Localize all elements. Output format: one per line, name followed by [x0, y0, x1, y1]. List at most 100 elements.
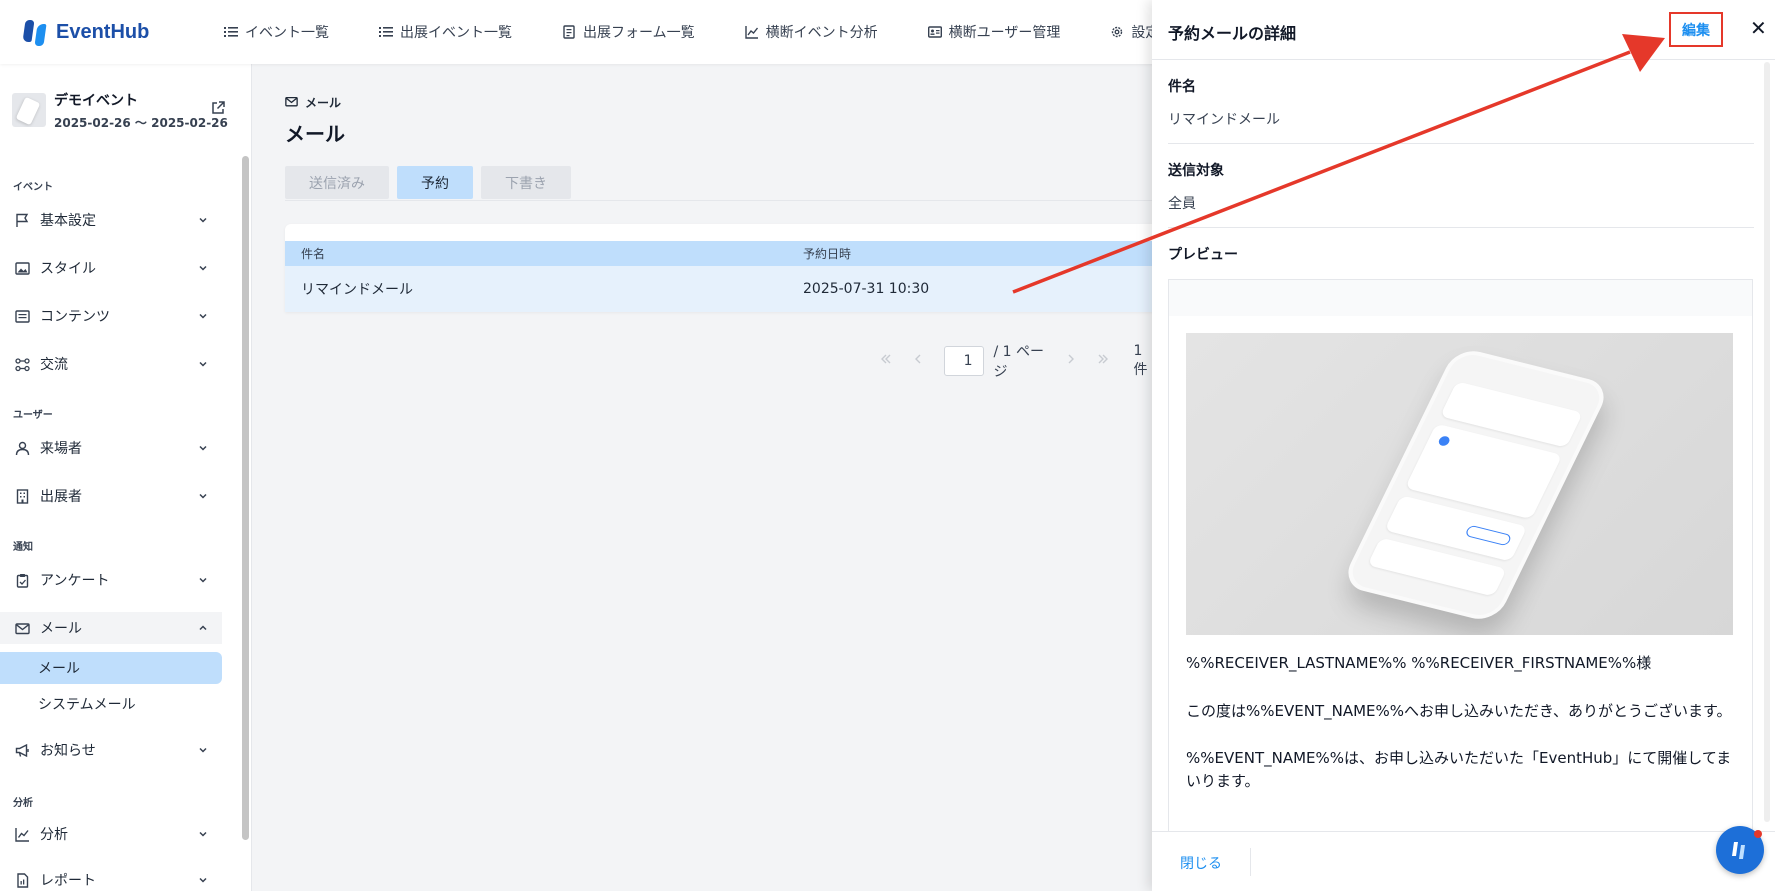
chart-icon [744, 25, 759, 39]
document-list-icon [14, 308, 30, 324]
section-label-notify: 通知 [13, 542, 33, 553]
cell-subject: リマインドメール [301, 282, 413, 298]
smartphone-image [1340, 346, 1612, 624]
next-page-icon[interactable] [1065, 353, 1077, 369]
preview-greeting: %%RECEIVER_LASTNAME%% %%RECEIVER_FIRSTNA… [1186, 654, 1652, 672]
close-icon[interactable]: ✕ [1750, 16, 1767, 40]
sidebar-item-basic-settings[interactable]: 基本設定 [14, 204, 222, 236]
sidebar-item-contents[interactable]: コンテンツ [14, 300, 222, 332]
chart-icon [14, 826, 30, 842]
sidebar-item-exchange[interactable]: 交流 [14, 348, 222, 380]
tab-scheduled[interactable]: 予約 [397, 166, 473, 199]
chat-support-button[interactable] [1716, 826, 1764, 874]
sidebar-subitem-mail[interactable]: メール [0, 652, 222, 684]
table-row[interactable]: リマインドメール 2025-07-31 10:30 [285, 266, 1185, 312]
list-icon [379, 25, 393, 39]
target-label: 送信対象 [1168, 163, 1224, 179]
current-event-card[interactable]: デモイベント 2025-02-26 〜 2025-02-26 [12, 90, 242, 130]
last-page-icon[interactable] [1097, 353, 1109, 369]
nav-cross-user-management[interactable]: 横断ユーザー管理 [927, 22, 1061, 42]
sidebar-item-exhibitors[interactable]: 出展者 [14, 480, 222, 512]
nav-label: 出展フォーム一覧 [583, 25, 695, 41]
id-card-icon [927, 25, 942, 39]
event-thumbnail [12, 93, 46, 127]
external-link-icon[interactable] [210, 100, 226, 120]
section-label-analysis: 分析 [13, 798, 33, 809]
gear-icon [1110, 25, 1124, 39]
event-date: 2025-02-26 〜 2025-02-26 [54, 115, 228, 130]
edit-button[interactable]: 編集 [1669, 12, 1723, 47]
sidebar-item-label: スタイル [40, 261, 96, 277]
tab-divider [285, 200, 1185, 201]
breadcrumb: メール [285, 94, 341, 111]
first-page-icon[interactable] [880, 353, 892, 369]
sidebar-item-visitors[interactable]: 来場者 [14, 432, 222, 464]
sidebar-scrollbar[interactable] [242, 156, 249, 840]
nav-exhibit-form-list[interactable]: 出展フォーム一覧 [562, 22, 695, 42]
sidebar-item-mail[interactable]: メール [0, 612, 222, 644]
sidebar-subitem-system-mail[interactable]: システムメール [0, 688, 222, 720]
sidebar-item-survey[interactable]: アンケート [14, 564, 222, 596]
envelope-icon [285, 95, 298, 111]
nav-label: 横断イベント分析 [765, 25, 878, 41]
column-header-subject[interactable]: 件名 [285, 245, 803, 262]
field-divider [1168, 227, 1754, 228]
chevron-down-icon [198, 573, 208, 589]
notification-badge [1754, 830, 1762, 838]
flag-icon [14, 212, 30, 228]
chevron-down-icon [198, 441, 208, 457]
sidebar: デモイベント 2025-02-26 〜 2025-02-26 イベント 基本設定… [0, 64, 252, 891]
drawer-scrollbar[interactable] [1764, 62, 1770, 822]
sidebar-item-label: アンケート [40, 573, 110, 589]
footer-divider [1250, 848, 1251, 876]
mail-tabs: 送信済み 予約 下書き [285, 166, 579, 199]
cell-datetime: 2025-07-31 10:30 [803, 281, 930, 297]
chevron-down-icon [198, 873, 208, 889]
nav-label: 横断ユーザー管理 [948, 25, 1061, 41]
preview-header-strip [1169, 280, 1752, 316]
item-count: 1件 [1133, 343, 1148, 378]
prev-page-icon[interactable] [912, 353, 924, 369]
chevron-down-icon [198, 357, 208, 373]
preview-paragraph: この度は%%EVENT_NAME%%へお申し込みいただき、ありがとうございます。 [1186, 702, 1732, 720]
sidebar-item-label: 交流 [40, 357, 68, 373]
page-total: / 1 ページ [993, 344, 1045, 380]
page-title: メール [285, 122, 345, 146]
sidebar-item-label: 出展者 [40, 489, 82, 505]
page-number-input[interactable]: 1 [944, 346, 984, 376]
sidebar-item-style[interactable]: スタイル [14, 252, 222, 284]
sidebar-item-analytics[interactable]: 分析 [14, 818, 222, 850]
chat-logo-icon [1732, 842, 1745, 859]
form-icon [562, 25, 576, 39]
subject-label: 件名 [1168, 79, 1196, 95]
megaphone-icon [14, 742, 30, 758]
tab-sent[interactable]: 送信済み [285, 166, 389, 199]
tab-draft[interactable]: 下書き [481, 166, 571, 199]
brand-name: EventHub [56, 20, 150, 43]
drawer-header: 予約メールの詳細 編集 ✕ [1152, 0, 1775, 60]
sidebar-item-report[interactable]: レポート [14, 864, 222, 891]
preview-paragraph: %%EVENT_NAME%%は、お申し込みいただいた「EventHub」にて開催… [1186, 749, 1732, 790]
close-button[interactable]: 閉じる [1180, 853, 1222, 873]
nav-exhibit-event-list[interactable]: 出展イベント一覧 [379, 22, 512, 42]
main-content: メール メール 送信済み 予約 下書き 件名 予約日時 リマインドメール 202… [252, 64, 1185, 891]
app-button [1464, 524, 1513, 547]
sidebar-item-label: お知らせ [40, 743, 96, 759]
eventhub-logo[interactable]: EventHub [22, 18, 222, 46]
mail-preview: %%RECEIVER_LASTNAME%% %%RECEIVER_FIRSTNA… [1168, 279, 1753, 839]
nav-cross-event-analytics[interactable]: 横断イベント分析 [744, 22, 878, 42]
column-header-datetime[interactable]: 予約日時 [803, 245, 851, 262]
event-name: デモイベント [54, 92, 138, 109]
mail-detail-drawer: 予約メールの詳細 編集 ✕ 件名 リマインドメール 送信対象 全員 プレビュー … [1152, 0, 1775, 891]
target-value: 全員 [1168, 196, 1196, 212]
sidebar-item-label: 来場者 [40, 441, 82, 457]
user-icon [14, 440, 30, 456]
sidebar-item-label: 基本設定 [40, 213, 96, 229]
nav-event-list[interactable]: イベント一覧 [224, 22, 329, 42]
chevron-down-icon [198, 827, 208, 843]
section-label-event: イベント [13, 182, 53, 193]
table-header: 件名 予約日時 [285, 241, 1185, 266]
report-icon [14, 872, 30, 888]
sidebar-item-notice[interactable]: お知らせ [14, 734, 222, 766]
drawer-footer: 閉じる [1152, 831, 1775, 891]
